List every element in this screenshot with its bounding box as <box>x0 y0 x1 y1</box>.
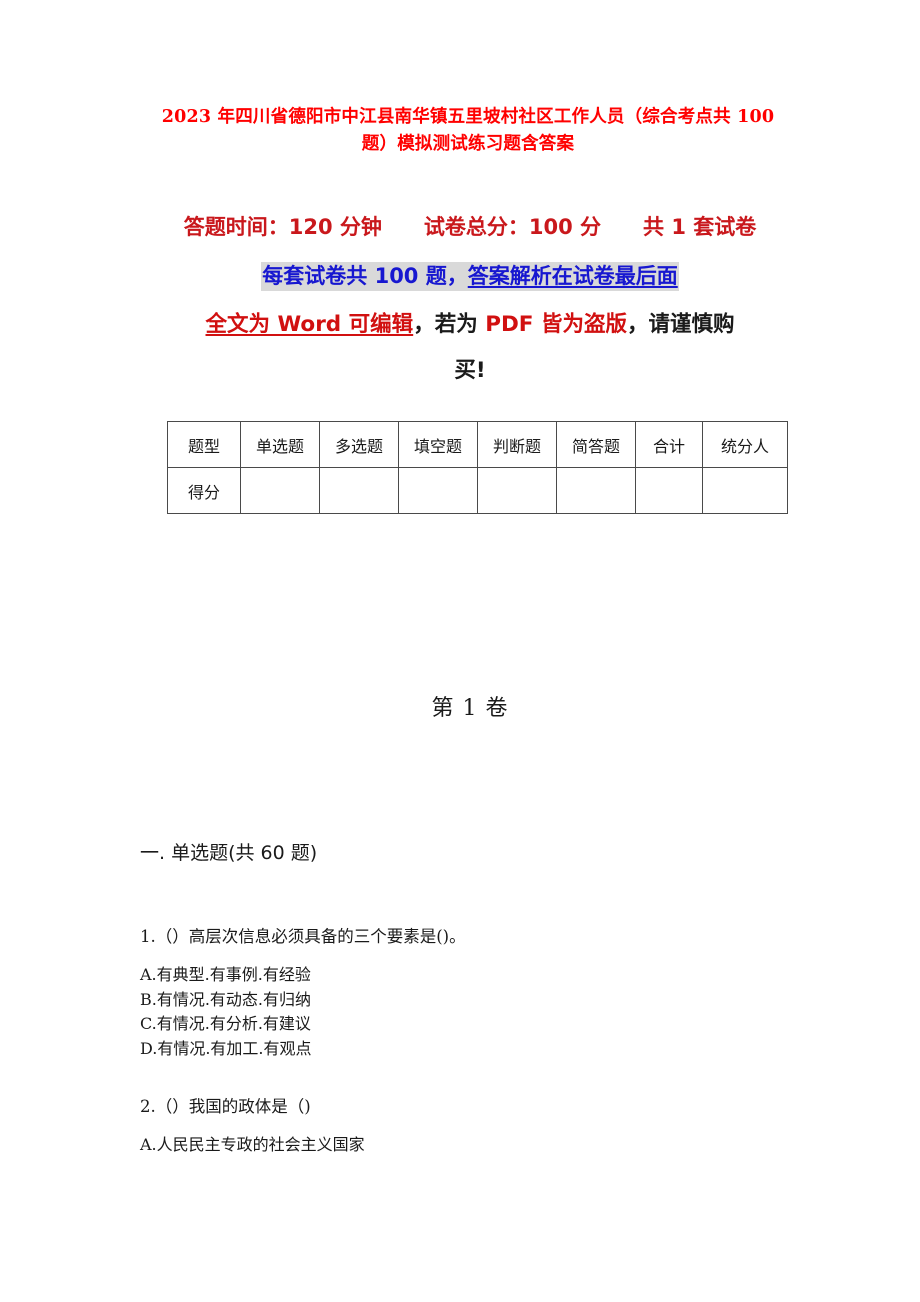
question-option[interactable]: A.有典型.有事例.有经验 <box>140 963 466 988</box>
question-block: 1.（）高层次信息必须具备的三个要素是()。 A.有典型.有事例.有经验 B.有… <box>140 925 466 1061</box>
question-option[interactable]: D.有情况.有加工.有观点 <box>140 1037 466 1062</box>
table-header-cell: 题型 <box>167 421 241 468</box>
volume-heading: 第 1 卷 <box>431 696 509 721</box>
table-cell-score[interactable] <box>556 467 636 514</box>
highlight-notice-plain: 每套试卷共 100 题， <box>262 264 468 288</box>
question-stem: 2.（）我国的政体是（) <box>140 1097 311 1116</box>
warning-word-editable: 全文为 Word 可编辑 <box>205 312 414 337</box>
question-option[interactable]: C.有情况.有分析.有建议 <box>140 1012 466 1037</box>
page-title: 2023 年四川省德阳市中江县南华镇五里坡村社区工作人员（综合考点共 100 题… <box>161 107 775 154</box>
table-header-cell: 多选题 <box>319 421 399 468</box>
highlight-notice-underlined: 答案解析在试卷最后面 <box>467 264 678 288</box>
warning-connector-1: ，若为 <box>413 312 486 337</box>
highlight-notice-line: 每套试卷共 100 题，答案解析在试卷最后面 <box>120 260 820 293</box>
warning-pdf-piracy: PDF 皆为盗版 <box>485 312 627 337</box>
question-block: 2.（）我国的政体是（) A.人民民主专政的社会主义国家 <box>140 1095 365 1158</box>
table-header-cell: 简答题 <box>556 421 636 468</box>
exam-info-line: 答题时间：120 分钟 试卷总分：100 分 共 1 套试卷 <box>183 215 757 239</box>
table-header-cell: 合计 <box>635 421 703 468</box>
table-cell-score[interactable] <box>319 467 399 514</box>
table-row-header: 题型 单选题 多选题 填空题 判断题 简答题 合计 统分人 <box>167 421 788 468</box>
table-cell-score[interactable] <box>398 467 478 514</box>
document-page: 2023 年四川省德阳市中江县南华镇五里坡村社区工作人员（综合考点共 100 题… <box>0 0 920 1302</box>
warning-buy-text: 买! <box>454 358 486 383</box>
table-row-score: 得分 <box>167 467 788 514</box>
table-header-cell: 单选题 <box>240 421 320 468</box>
piracy-warning-line-2: 买! <box>110 354 830 388</box>
score-table: 题型 单选题 多选题 填空题 判断题 简答题 合计 统分人 得分 <box>167 421 788 514</box>
section-heading-single-choice: 一. 单选题(共 60 题) <box>140 842 318 864</box>
question-option[interactable]: B.有情况.有动态.有归纳 <box>140 988 466 1013</box>
table-header-cell: 统分人 <box>702 421 788 468</box>
table-cell-score[interactable] <box>635 467 703 514</box>
piracy-warning-line: 全文为 Word 可编辑，若为 PDF 皆为盗版，请谨慎购 <box>110 308 830 342</box>
table-header-cell: 填空题 <box>398 421 478 468</box>
table-cell-score[interactable] <box>240 467 320 514</box>
table-header-cell: 判断题 <box>477 421 557 468</box>
warning-connector-2: ，请谨慎购 <box>626 312 735 337</box>
table-cell-score[interactable] <box>702 467 788 514</box>
question-stem: 1.（）高层次信息必须具备的三个要素是()。 <box>140 927 466 946</box>
question-option[interactable]: A.人民民主专政的社会主义国家 <box>140 1133 365 1158</box>
table-cell-score[interactable] <box>477 467 557 514</box>
table-row-label: 得分 <box>167 467 241 514</box>
